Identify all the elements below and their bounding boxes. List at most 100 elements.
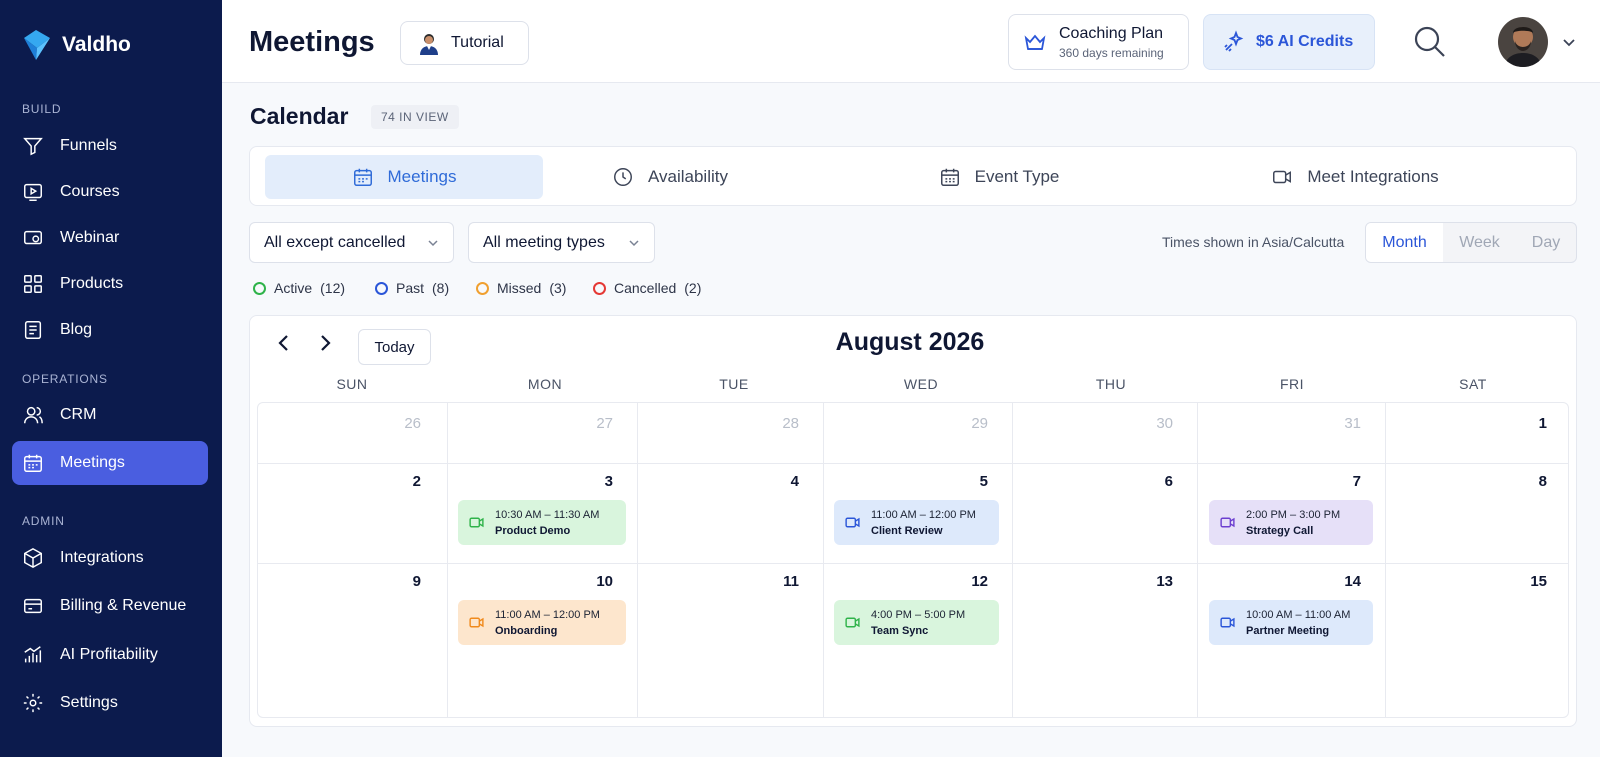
day-number[interactable]: 7: [1198, 473, 1361, 490]
ai-credits-button[interactable]: $6 AI Credits: [1203, 14, 1375, 70]
day-number[interactable]: 27: [448, 415, 613, 432]
day-number[interactable]: 8: [1386, 473, 1547, 490]
tab-availability[interactable]: Availability: [580, 155, 760, 199]
legend-label: Past: [396, 280, 425, 296]
view-day-button[interactable]: Day: [1516, 223, 1576, 262]
day-number[interactable]: 14: [1198, 573, 1361, 590]
section-label-admin: ADMIN: [22, 514, 65, 528]
webinar-icon: [24, 230, 42, 245]
event-card[interactable]: 2:00 PM – 3:00 PM Strategy Call: [1209, 500, 1373, 545]
type-filter-select[interactable]: All meeting types: [468, 222, 655, 263]
day-number[interactable]: 31: [1198, 415, 1361, 432]
day-number[interactable]: 30: [1013, 415, 1173, 432]
legend-label: Missed: [497, 280, 542, 296]
sidebar-item-integrations[interactable]: Integrations: [12, 536, 208, 580]
weekday-header: MON: [527, 376, 563, 392]
bar-chart-icon: [24, 646, 42, 663]
day-number[interactable]: 6: [1013, 473, 1173, 490]
status-filter-select[interactable]: All except cancelled: [249, 222, 454, 263]
legend-item-cancelled[interactable]: Cancelled (2): [593, 280, 701, 296]
logo-icon: [24, 30, 50, 60]
event-title: Product Demo: [495, 524, 571, 537]
sidebar-item-courses[interactable]: Courses: [12, 170, 208, 214]
video-icon: [845, 517, 860, 528]
day-number[interactable]: 5: [824, 473, 988, 490]
chevron-down-icon[interactable]: [1562, 35, 1576, 49]
event-card[interactable]: 11:00 AM – 12:00 PM Client Review: [834, 500, 999, 545]
search-icon[interactable]: [1413, 25, 1447, 59]
plan-status[interactable]: Coaching Plan 360 days remaining: [1008, 14, 1189, 70]
sidebar-item-label: AI Profitability: [60, 646, 158, 663]
legend-item-missed[interactable]: Missed (3): [476, 280, 566, 296]
sidebar-item-funnels[interactable]: Funnels: [12, 124, 208, 168]
card-icon: [24, 598, 42, 614]
sidebar-item-settings[interactable]: Settings: [12, 681, 208, 725]
grid-icon: [24, 275, 42, 293]
clock-icon: [614, 168, 632, 186]
chevron-left-icon[interactable]: [273, 332, 295, 354]
day-number[interactable]: 28: [638, 415, 799, 432]
tab-meetings[interactable]: Meetings: [265, 155, 543, 199]
view-month-button[interactable]: Month: [1366, 223, 1443, 262]
sidebar-item-webinar[interactable]: Webinar: [12, 216, 208, 260]
legend-label: Active: [274, 280, 313, 296]
day-number[interactable]: 11: [638, 573, 799, 590]
today-button[interactable]: Today: [358, 329, 431, 365]
view-week-button[interactable]: Week: [1443, 223, 1516, 262]
credits-label: $6 AI Credits: [1256, 33, 1354, 50]
section-label-operations: OPERATIONS: [22, 372, 108, 386]
day-number[interactable]: 9: [258, 573, 421, 590]
plan-subtitle: 360 days remaining: [1059, 45, 1164, 60]
sidebar-item-ai-profitability[interactable]: AI Profitability: [12, 633, 208, 677]
day-number[interactable]: 13: [1013, 573, 1173, 590]
legend-item-active[interactable]: Active (12): [253, 280, 345, 296]
sidebar-item-label: Billing & Revenue: [60, 597, 187, 614]
sidebar-item-crm[interactable]: CRM: [12, 393, 208, 437]
view-toggle: Month Week Day: [1365, 222, 1577, 263]
status-dot-icon: [375, 281, 388, 295]
plan-title: Coaching Plan: [1059, 24, 1164, 42]
month-title: August 2026: [835, 328, 985, 356]
event-time: 10:30 AM – 11:30 AM: [495, 508, 600, 521]
tab-meet-integrations[interactable]: Meet Integrations: [1250, 155, 1460, 199]
event-time: 4:00 PM – 5:00 PM: [871, 608, 966, 621]
tab-event-type[interactable]: Event Type: [914, 155, 1084, 199]
video-icon: [469, 617, 484, 628]
day-number[interactable]: 2: [258, 473, 421, 490]
tutorial-label: Tutorial: [451, 34, 504, 51]
status-dot-icon: [476, 281, 489, 295]
event-title: Partner Meeting: [1246, 624, 1330, 637]
sidebar-item-meetings[interactable]: Meetings: [12, 441, 208, 485]
day-number[interactable]: 15: [1386, 573, 1547, 590]
legend-item-past[interactable]: Past (8): [375, 280, 449, 296]
event-card[interactable]: 10:00 AM – 11:00 AM Partner Meeting: [1209, 600, 1373, 645]
event-card[interactable]: 11:00 AM – 12:00 PM Onboarding: [458, 600, 626, 645]
sidebar-item-blog[interactable]: Blog: [12, 308, 208, 352]
day-number[interactable]: 3: [448, 473, 613, 490]
event-card[interactable]: 10:30 AM – 11:30 AM Product Demo: [458, 500, 626, 545]
sparkle-icon: [1224, 30, 1244, 52]
day-number[interactable]: 10: [448, 573, 613, 590]
sidebar-item-billing[interactable]: Billing & Revenue: [12, 584, 208, 628]
sidebar-item-products[interactable]: Products: [12, 262, 208, 306]
month-grid: 26 27 28 29 30 31 1 2 3 4 5 6 7 8 9 10 1…: [257, 402, 1569, 718]
user-avatar[interactable]: [1498, 17, 1548, 67]
day-number[interactable]: 26: [258, 415, 421, 432]
tutorial-button[interactable]: Tutorial: [400, 21, 529, 65]
weekday-header: SAT: [1459, 376, 1487, 392]
day-number[interactable]: 1: [1386, 415, 1547, 432]
event-card[interactable]: 4:00 PM – 5:00 PM Team Sync: [834, 600, 999, 645]
event-time: 2:00 PM – 3:00 PM: [1246, 508, 1341, 521]
app-logo[interactable]: Valdho: [22, 28, 131, 62]
calendar-icon: [353, 168, 372, 186]
day-number[interactable]: 12: [824, 573, 988, 590]
chevron-down-icon: [428, 239, 438, 246]
day-number[interactable]: 4: [638, 473, 799, 490]
day-number[interactable]: 29: [824, 415, 988, 432]
chevron-right-icon[interactable]: [314, 332, 336, 354]
count-badge: 74 IN VIEW: [371, 105, 459, 129]
tutorial-avatar-icon: [420, 34, 438, 55]
tab-label: Event Type: [974, 167, 1060, 186]
video-icon: [1273, 170, 1292, 184]
tab-label: Meetings: [387, 167, 457, 186]
